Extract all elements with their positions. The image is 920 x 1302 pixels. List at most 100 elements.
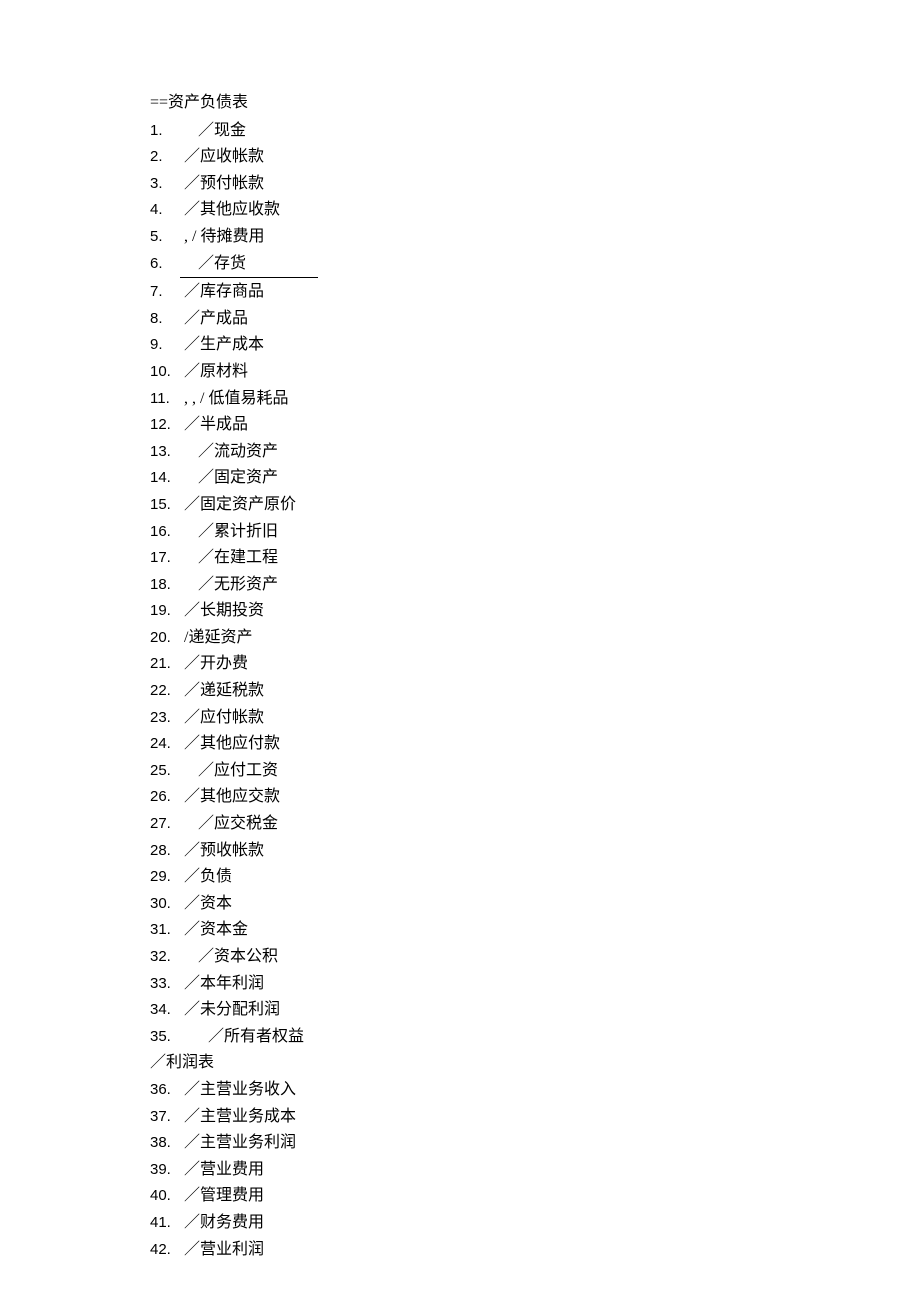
list-item: 32.／资本公积 [150, 944, 750, 970]
list-item-text: ／资本金 [180, 917, 248, 943]
list-item: 38.／主营业务利润 [150, 1130, 750, 1156]
list-item: 39.／营业费用 [150, 1157, 750, 1183]
list-item-text: ／负债 [180, 864, 232, 890]
list-item: 27.／应交税金 [150, 811, 750, 837]
list-item-text: , , / 低值易耗品 [180, 386, 288, 412]
list-item-text: ／主营业务成本 [180, 1104, 296, 1130]
list-item: 6.／存货 [150, 251, 750, 279]
list-item-number: 17. [150, 546, 180, 570]
list-item-number: 19. [150, 599, 180, 623]
list-item-number: 10. [150, 360, 180, 384]
list-item: 1.／现金 [150, 118, 750, 144]
list-item-number: 1. [150, 119, 180, 143]
list-item: 41.／财务费用 [150, 1210, 750, 1236]
list-item-text: ／资本公积 [180, 944, 278, 970]
list-item-text: ／其他应付款 [180, 731, 280, 757]
list-item: 25.／应付工资 [150, 758, 750, 784]
list-item-text: ／固定资产 [180, 465, 278, 491]
list-item: 40.／管理费用 [150, 1183, 750, 1209]
list-item: 22.／递延税款 [150, 678, 750, 704]
list-item-number: 29. [150, 865, 180, 889]
list-item-text: ／在建工程 [180, 545, 278, 571]
list-item: 2.／应收帐款 [150, 144, 750, 170]
list-item: 37.／主营业务成本 [150, 1104, 750, 1130]
list-item-number: 35. [150, 1025, 180, 1049]
list-item-number: 7. [150, 280, 180, 304]
document-page: ==资产负债表 1.／现金2.／应收帐款3.／预付帐款4.／其他应收款5., /… [0, 0, 750, 1262]
list-item-number: 42. [150, 1238, 180, 1262]
list-item-text: ／其他应收款 [180, 197, 280, 223]
list-item-text: ／未分配利润 [180, 997, 280, 1023]
list-item: 8.／产成品 [150, 306, 750, 332]
list-item-number: 36. [150, 1078, 180, 1102]
list-item-number: 37. [150, 1105, 180, 1129]
list-item-text: ／无形资产 [180, 572, 278, 598]
list-item-number: 24. [150, 732, 180, 756]
list-item: 21.／开办费 [150, 651, 750, 677]
list-item: 28.／预收帐款 [150, 838, 750, 864]
list-item-text: ／固定资产原价 [180, 492, 296, 518]
list-item-number: 39. [150, 1158, 180, 1182]
list-item-text: ／应付帐款 [180, 705, 264, 731]
list-item-number: 16. [150, 520, 180, 544]
list-item: 33.／本年利润 [150, 971, 750, 997]
list-item-number: 34. [150, 998, 180, 1022]
list-item-text: ／应付工资 [180, 758, 278, 784]
list-item: 3.／预付帐款 [150, 171, 750, 197]
list-item-text: ／产成品 [180, 306, 248, 332]
list-item-text: ／累计折旧 [180, 519, 278, 545]
list-item-text: , / 待摊费用 [180, 224, 264, 250]
list-item-number: 14. [150, 466, 180, 490]
list-item: 36.／主营业务收入 [150, 1077, 750, 1103]
list-item: 18.／无形资产 [150, 572, 750, 598]
list-item-number: 26. [150, 785, 180, 809]
list-item-number: 12. [150, 413, 180, 437]
list-item: 9.／生产成本 [150, 332, 750, 358]
list-item-number: 23. [150, 706, 180, 730]
list-item-text: ／预付帐款 [180, 171, 264, 197]
list-item-text: ／应交税金 [180, 811, 278, 837]
list-item-text: ／原材料 [180, 359, 248, 385]
list-item-text: ／营业费用 [180, 1157, 264, 1183]
list-item-number: 15. [150, 493, 180, 517]
list-item: 30.／资本 [150, 891, 750, 917]
list-balance-sheet: 1.／现金2.／应收帐款3.／预付帐款4.／其他应收款5., / 待摊费用6.／… [150, 118, 750, 1050]
list-item: 29.／负债 [150, 864, 750, 890]
list-item: 42.／营业利润 [150, 1237, 750, 1263]
list-item-number: 25. [150, 759, 180, 783]
list-item-number: 40. [150, 1184, 180, 1208]
list-item-text: ／应收帐款 [180, 144, 264, 170]
list-item-number: 38. [150, 1131, 180, 1155]
subheading-profit: ／利润表 [150, 1050, 750, 1076]
list-item: 35.／所有者权益 [150, 1024, 750, 1050]
list-item: 14.／固定资产 [150, 465, 750, 491]
list-item-number: 31. [150, 918, 180, 942]
list-item-text: ／所有者权益 [180, 1024, 304, 1050]
list-item-number: 9. [150, 333, 180, 357]
list-item-text: ／主营业务利润 [180, 1130, 296, 1156]
list-item-text: ／流动资产 [180, 439, 278, 465]
heading-balance-sheet: ==资产负债表 [150, 90, 750, 116]
list-item: 34.／未分配利润 [150, 997, 750, 1023]
list-item-number: 5. [150, 225, 180, 249]
list-item: 19.／长期投资 [150, 598, 750, 624]
list-item-number: 2. [150, 145, 180, 169]
list-item: 5., / 待摊费用 [150, 224, 750, 250]
list-profit: 36.／主营业务收入37.／主营业务成本38.／主营业务利润39.／营业费用40… [150, 1077, 750, 1262]
list-item-text: ／现金 [180, 118, 246, 144]
list-item-text: ／递延税款 [180, 678, 264, 704]
list-item-text: ／库存商品 [180, 279, 264, 305]
list-item-number: 11. [150, 387, 180, 411]
list-item: 31.／资本金 [150, 917, 750, 943]
list-item-text: ／营业利润 [180, 1237, 264, 1263]
list-item: 17.／在建工程 [150, 545, 750, 571]
list-item-text: ／管理费用 [180, 1183, 264, 1209]
list-item-number: 33. [150, 972, 180, 996]
list-item-text: ／财务费用 [180, 1210, 264, 1236]
list-item: 12.／半成品 [150, 412, 750, 438]
list-item-number: 4. [150, 198, 180, 222]
list-item: 16.／累计折旧 [150, 519, 750, 545]
list-item: 10.／原材料 [150, 359, 750, 385]
list-item-number: 20. [150, 626, 180, 650]
list-item-text: ／主营业务收入 [180, 1077, 296, 1103]
